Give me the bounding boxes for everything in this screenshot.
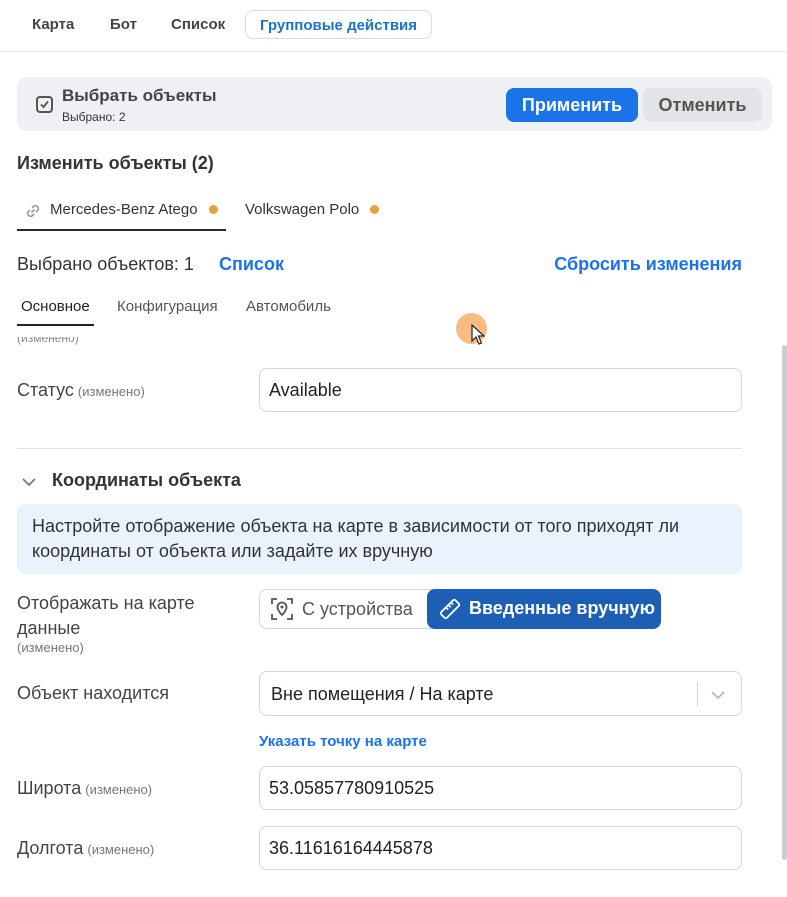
status-label: Статус (изменено) bbox=[17, 380, 145, 401]
vehicle-tab-mercedes[interactable]: Mercedes-Benz Atego bbox=[17, 193, 226, 231]
tab-group-actions[interactable]: Групповые действия bbox=[245, 10, 433, 39]
status-field[interactable]: Available bbox=[259, 368, 742, 412]
modified-tag: (изменено) bbox=[17, 640, 84, 655]
longitude-field[interactable]: 36.11616164445878 bbox=[259, 826, 742, 870]
select-objects-title: Выбрать объекты bbox=[62, 86, 217, 105]
edit-objects-title: Изменить объекты (2) bbox=[17, 153, 214, 173]
divider bbox=[17, 448, 742, 449]
object-located-label: Объект находится bbox=[17, 683, 170, 703]
subtab-main[interactable]: Основное bbox=[17, 298, 94, 326]
reset-changes-link[interactable]: Сбросить изменения bbox=[554, 254, 742, 275]
modified-dot bbox=[370, 205, 379, 214]
scrolled-modified-label: (изменено) bbox=[17, 337, 79, 345]
chevron-down-icon[interactable] bbox=[21, 474, 37, 495]
vehicle-tab-label: Mercedes-Benz Atego bbox=[50, 201, 198, 218]
cancel-button[interactable]: Отменить bbox=[643, 88, 762, 122]
select-chevron-icon bbox=[711, 688, 725, 706]
select-separator bbox=[697, 682, 698, 706]
link-icon bbox=[23, 201, 43, 225]
subtab-vehicle[interactable]: Автомобиль bbox=[246, 298, 331, 326]
vehicle-tab-label: Volkswagen Polo bbox=[245, 201, 360, 218]
longitude-label-text: Долгота bbox=[17, 838, 84, 858]
latitude-field[interactable]: 53.05857780910525 bbox=[259, 766, 742, 810]
selected-count-label: Выбрано: 2 bbox=[62, 110, 126, 124]
from-device-label: С устройства bbox=[302, 599, 413, 619]
apply-button[interactable]: Применить bbox=[506, 88, 638, 122]
longitude-label: Долгота (изменено) bbox=[17, 838, 154, 859]
pick-point-on-map-link[interactable]: Указать точку на карте bbox=[259, 733, 427, 750]
list-link[interactable]: Список bbox=[219, 254, 284, 275]
tab-bot[interactable]: Бот bbox=[110, 10, 137, 39]
location-scan-icon bbox=[270, 597, 294, 626]
location-select[interactable]: Вне помещения / На карте bbox=[259, 671, 742, 716]
top-tabs-bar: Карта Бот Список Групповые действия bbox=[0, 0, 787, 52]
checkbox-icon[interactable] bbox=[36, 96, 53, 113]
coordinates-info-box: Настройте отображение объекта на карте в… bbox=[17, 504, 742, 574]
manual-entry-option[interactable]: Введенные вручную bbox=[427, 589, 661, 629]
modified-tag: (изменено) bbox=[85, 782, 153, 797]
ruler-icon bbox=[439, 598, 461, 625]
from-device-option[interactable]: С устройства bbox=[260, 590, 427, 628]
scrollbar[interactable] bbox=[782, 345, 787, 860]
location-select-value: Вне помещения / На карте bbox=[271, 684, 494, 704]
latitude-label-text: Широта bbox=[17, 778, 82, 798]
tab-list[interactable]: Список bbox=[171, 10, 225, 39]
modified-tag: (изменено) bbox=[87, 842, 155, 857]
vehicle-tab-polo[interactable]: Volkswagen Polo bbox=[245, 193, 385, 231]
coordinate-source-toggle: С устройства Введенные вручную bbox=[259, 589, 661, 629]
status-label-text: Статус bbox=[17, 380, 74, 400]
latitude-label: Широта (изменено) bbox=[17, 778, 152, 799]
mouse-cursor-icon bbox=[471, 323, 486, 351]
manual-entry-label: Введенные вручную bbox=[469, 598, 655, 618]
subtab-configuration[interactable]: Конфигурация bbox=[117, 298, 218, 326]
select-objects-bar: Выбрать объекты Выбрано: 2 Применить Отм… bbox=[17, 77, 772, 131]
display-on-map-label: Отображать на карте данные bbox=[17, 593, 195, 638]
modified-tag: (изменено) bbox=[77, 384, 145, 399]
selected-objects-count: Выбрано объектов: 1 bbox=[17, 254, 194, 274]
tab-map[interactable]: Карта bbox=[32, 10, 74, 39]
modified-dot bbox=[209, 205, 218, 214]
coordinates-title[interactable]: Координаты объекта bbox=[52, 470, 241, 491]
